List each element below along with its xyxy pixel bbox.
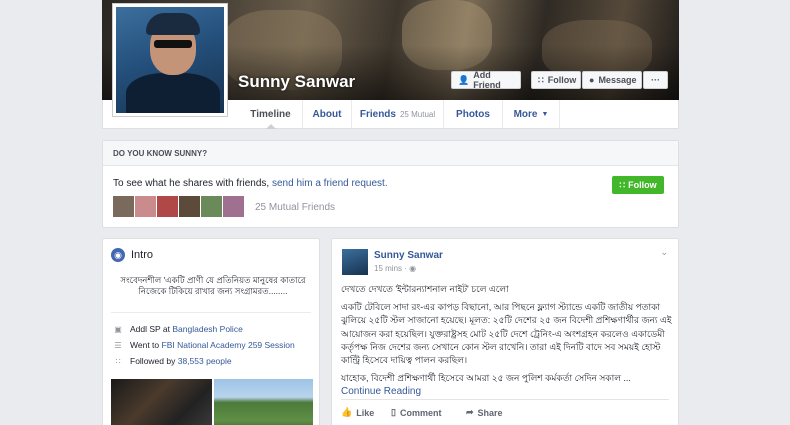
intro-title: Intro: [131, 249, 154, 261]
intro-photo[interactable]: [214, 379, 313, 425]
work-prefix: Addl SP at: [130, 324, 171, 334]
rss-icon: ∷: [619, 179, 626, 190]
education-icon: ☰: [114, 340, 122, 350]
follow-green-label: Follow: [628, 180, 657, 190]
continue-reading-link[interactable]: Continue Reading: [341, 385, 673, 398]
followers-link[interactable]: 38,553 people: [178, 356, 232, 366]
tab-friends-label: Friends: [359, 108, 396, 120]
tab-more[interactable]: More ▼: [503, 100, 560, 128]
tab-timeline[interactable]: Timeline: [239, 100, 303, 129]
message-button[interactable]: ● Message: [582, 71, 642, 89]
know-box-prompt: To see what he shares with friends,: [113, 178, 270, 189]
education-link[interactable]: FBI National Academy 259 Session: [162, 340, 295, 350]
friend-avatar[interactable]: [201, 196, 222, 217]
tab-photos[interactable]: Photos: [444, 100, 503, 128]
know-box-text: To see what he shares with friends, send…: [113, 178, 388, 189]
message-label: Message: [598, 75, 637, 85]
like-label: Like: [356, 407, 375, 418]
work-link[interactable]: Bangladesh Police: [172, 324, 242, 334]
comment-button[interactable]: ▯ Comment: [391, 407, 441, 418]
intro-followers-row: ∷ Followed by 38,553 people: [113, 356, 232, 366]
globe-icon: ◉: [111, 248, 125, 262]
friend-suggestion-box: DO YOU KNOW SUNNY? To see what he shares…: [102, 140, 679, 228]
more-options-label: ···: [651, 75, 660, 85]
post-paragraph: একটি টেবিলে সাদা রং-এর কাপড় বিছানো, আর …: [341, 302, 672, 366]
post-author-avatar[interactable]: [342, 249, 368, 275]
share-button[interactable]: ➦ Share: [466, 407, 503, 418]
comment-icon: ▯: [391, 407, 396, 417]
follow-green-button[interactable]: ∷ Follow: [612, 176, 664, 194]
tab-about[interactable]: About: [303, 100, 352, 128]
tab-friends[interactable]: Friends 25 Mutual: [352, 100, 444, 128]
comment-label: Comment: [399, 407, 442, 418]
thumbs-up-icon: 👍: [341, 407, 353, 417]
chevron-down-icon[interactable]: ⌄: [660, 247, 668, 258]
post-paragraph: দেখতে দেখতে 'ইন্টারন্যাশনাল নাইট' চলে এল…: [341, 284, 509, 294]
intro-work-row: ▣ Addl SP at Bangladesh Police: [113, 324, 243, 334]
share-label: Share: [477, 407, 503, 418]
caret-down-icon: ▼: [541, 110, 549, 118]
intro-header: ◉ Intro: [111, 248, 153, 262]
follow-label: Follow: [547, 75, 577, 85]
post-time[interactable]: 15 mins: [374, 264, 402, 273]
education-prefix: Went to: [130, 340, 160, 350]
know-box-title: DO YOU KNOW SUNNY?: [103, 141, 678, 166]
rss-icon: ∷: [538, 74, 544, 85]
post-author-name[interactable]: Sunny Sanwar: [374, 250, 443, 261]
friend-avatar[interactable]: [135, 196, 156, 217]
mutual-friend-thumbnails: [113, 196, 244, 217]
post-paragraph: যাহোক, বিদেশী প্রশিক্ষণার্থী হিসেবে আমরা…: [341, 373, 631, 384]
friend-avatar[interactable]: [179, 196, 200, 217]
post-card: Sunny Sanwar 15 mins · ◉ ⌄ দেখতে দেখতে '…: [331, 238, 679, 425]
add-friend-icon: 👤: [458, 74, 470, 85]
mutual-friends-count[interactable]: 25 Mutual Friends: [255, 202, 335, 213]
more-options-button[interactable]: ···: [643, 71, 668, 89]
share-icon: ➦: [466, 407, 474, 417]
mutual-count: 25 Mutual: [399, 109, 436, 119]
add-friend-label: Add Friend: [473, 70, 501, 90]
add-friend-button[interactable]: 👤 Add Friend: [451, 70, 521, 90]
tab-photos-label: Photos: [456, 108, 490, 120]
divider: [341, 399, 669, 400]
intro-card: ◉ Intro সংবেদনশীল 'একটি প্রাণী যে প্রতিন…: [102, 238, 320, 425]
friend-avatar[interactable]: [157, 196, 178, 217]
intro-bio: সংবেদনশীল 'একটি প্রাণী যে প্রতিনিয়ত মান…: [120, 275, 306, 296]
profile-picture[interactable]: [112, 3, 228, 117]
profile-name[interactable]: Sunny Sanwar: [238, 72, 355, 92]
tab-more-label: More: [513, 108, 538, 120]
public-globe-icon: ◉: [409, 264, 417, 273]
intro-education-row: ☰ Went to FBI National Academy 259 Sessi…: [113, 340, 295, 350]
tab-about-label: About: [312, 108, 342, 120]
intro-photo[interactable]: [111, 379, 212, 425]
followers-icon: ∷: [115, 356, 121, 366]
like-button[interactable]: 👍 Like: [341, 407, 374, 418]
followers-prefix: Followed by: [130, 356, 176, 366]
friend-avatar[interactable]: [223, 196, 244, 217]
friend-request-link[interactable]: send him a friend request.: [272, 178, 388, 189]
tab-timeline-label: Timeline: [250, 108, 291, 120]
friend-avatar[interactable]: [113, 196, 134, 217]
follow-button[interactable]: ∷ Follow: [531, 71, 581, 89]
divider: [111, 312, 311, 313]
post-body: দেখতে দেখতে 'ইন্টারন্যাশনাল নাইট' চলে এল…: [341, 283, 673, 399]
post-meta: 15 mins · ◉: [374, 264, 416, 273]
messenger-icon: ●: [589, 75, 595, 85]
briefcase-icon: ▣: [114, 324, 122, 334]
